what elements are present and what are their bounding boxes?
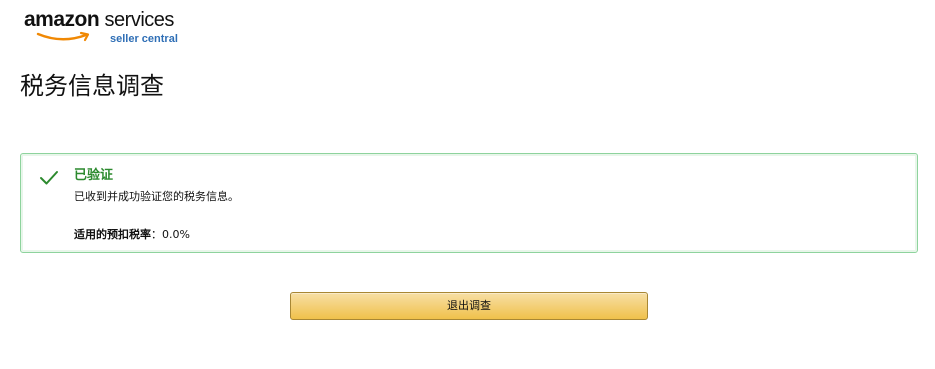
logo-subtitle: seller central (110, 33, 178, 45)
withholding-rate-separator: ： (151, 228, 162, 241)
page: amazon services seller central 税务信息调查 已验… (0, 0, 935, 369)
page-title: 税务信息调查 (20, 72, 164, 100)
checkmark-icon (40, 171, 58, 185)
alert-message: 已收到并成功验证您的税务信息。 (74, 190, 239, 203)
amazon-services-logo[interactable]: amazon services seller central (24, 8, 204, 48)
logo-wordmark: amazon services (24, 8, 174, 32)
exit-survey-button[interactable]: 退出调查 (290, 292, 648, 320)
amazon-smile-icon (36, 31, 90, 42)
withholding-rate: 适用的预扣税率：0.0% (74, 227, 190, 243)
logo-brand: amazon (24, 8, 100, 31)
success-alert: 已验证 已收到并成功验证您的税务信息。 适用的预扣税率：0.0% (20, 153, 918, 253)
logo-services: services (104, 9, 175, 31)
withholding-rate-label: 适用的预扣税率 (74, 228, 151, 241)
alert-heading: 已验证 (74, 168, 114, 183)
withholding-rate-value: 0.0% (162, 228, 190, 241)
